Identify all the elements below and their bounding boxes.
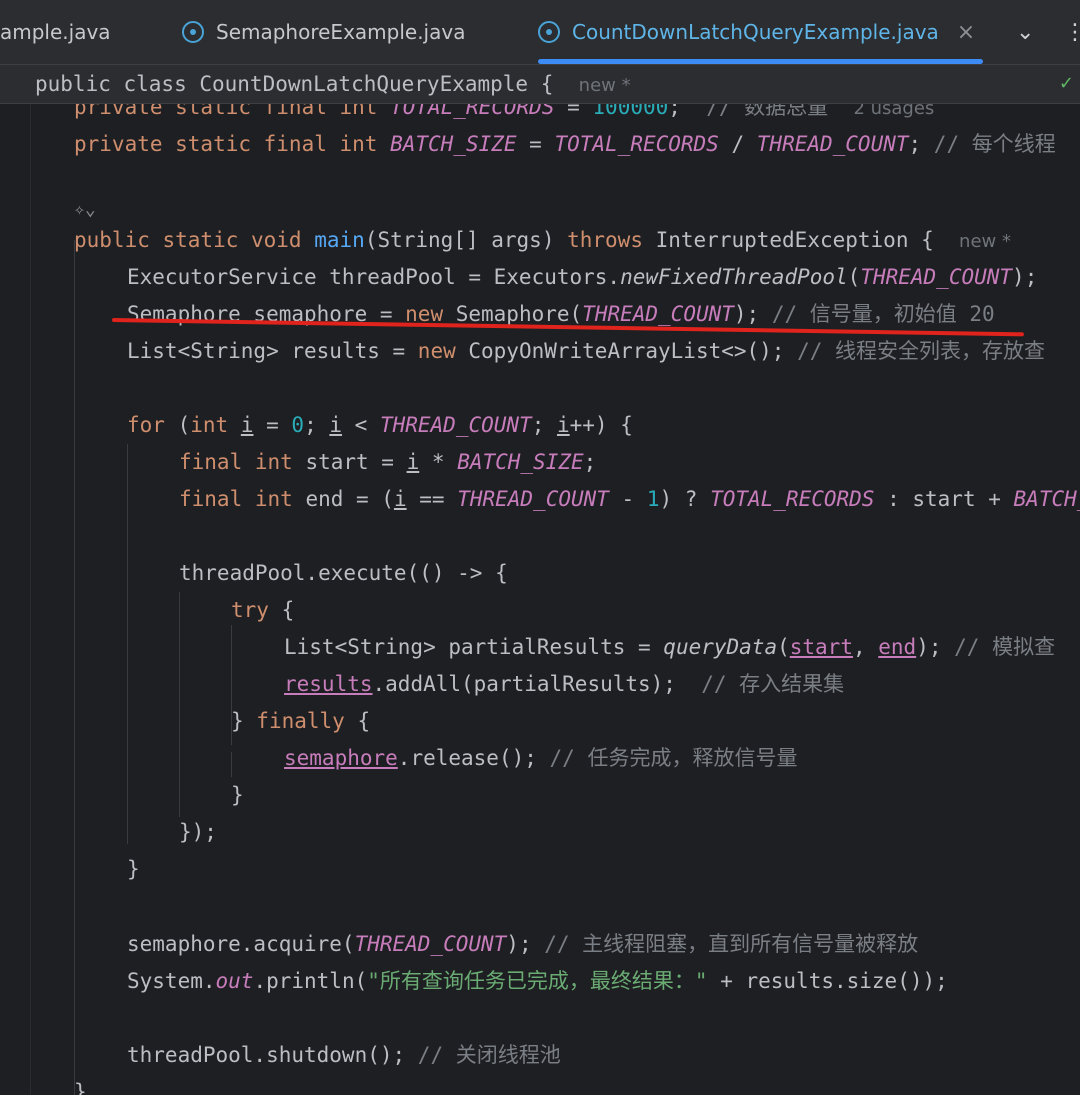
code-line-for-loop: for (int i = 0; i < THREAD_COUNT; i++) { [127,413,633,437]
code-line-partial-results: List<String> partialResults = queryData(… [284,635,1056,659]
tab-semaphore-example[interactable]: SemaphoreExample.java [182,0,465,64]
editor-gutter [0,65,31,1095]
code-line-shutdown: threadPool.shutdown(); // 关闭线程池 [127,1043,561,1067]
indent-guide [231,752,232,777]
indent-guide [74,240,75,1095]
code-line-batch-size: private static final int BATCH_SIZE = TO… [74,132,1056,156]
code-line-close-execute: }); [179,820,217,844]
code-line-finally: } finally { [231,709,371,733]
code-line-println: System.out.println("所有查询任务已完成，最终结果：" + r… [127,969,948,993]
code-line-release: semaphore.release(); // 任务完成，释放信号量 [284,746,798,770]
editor-tab-bar: ample.java SemaphoreExample.java CountDo… [0,0,1080,65]
code-editor[interactable]: public class CountDownLatchQueryExample … [0,65,1080,1095]
code-line-results: List<String> results = new CopyOnWriteAr… [127,339,1046,363]
code-line-addall: results.addAll(partialResults); // 存入结果集 [284,672,845,696]
close-icon[interactable]: × [957,20,975,45]
code-line-try: try { [231,598,295,622]
tab-label: SemaphoreExample.java [216,20,466,44]
class-declaration: public class CountDownLatchQueryExample … [35,72,631,96]
more-options-icon[interactable]: ⋮ [1064,0,1080,64]
ai-gutter-icon[interactable]: ✧⌄ [74,193,96,227]
sticky-class-header[interactable]: public class CountDownLatchQueryExample … [0,65,1080,104]
java-class-icon [182,21,204,43]
code-line-close-finally: } [231,783,244,807]
code-line-execute: threadPool.execute(() -> { [179,561,508,585]
code-line-thread-pool: ExecutorService threadPool = Executors.n… [127,265,1038,289]
tab-label: CountDownLatchQueryExample.java [572,20,939,44]
code-line-main-signature: public static void main(String[] args) t… [74,228,1011,252]
code-line-acquire: semaphore.acquire(THREAD_COUNT); // 主线程阻… [127,932,919,956]
inspection-check-icon[interactable]: ✓ [1059,73,1074,94]
chevron-down-icon[interactable]: ⌄ [1016,0,1034,64]
java-class-icon [538,21,560,43]
tab-countdownlatch-query-example[interactable]: CountDownLatchQueryExample.java × [538,0,984,64]
indent-guide [127,444,128,844]
code-line-close-for: } [127,857,140,881]
code-line-close-main: } [74,1080,87,1095]
new-hint: new * [578,75,631,96]
indent-guide [179,592,180,817]
code-line-start: final int start = i * BATCH_SIZE; [179,450,597,474]
code-line-end: final int end = (i == THREAD_COUNT - 1) … [179,487,1080,511]
tab-label: ample.java [0,20,111,44]
tab-example-java[interactable]: ample.java [0,0,111,64]
